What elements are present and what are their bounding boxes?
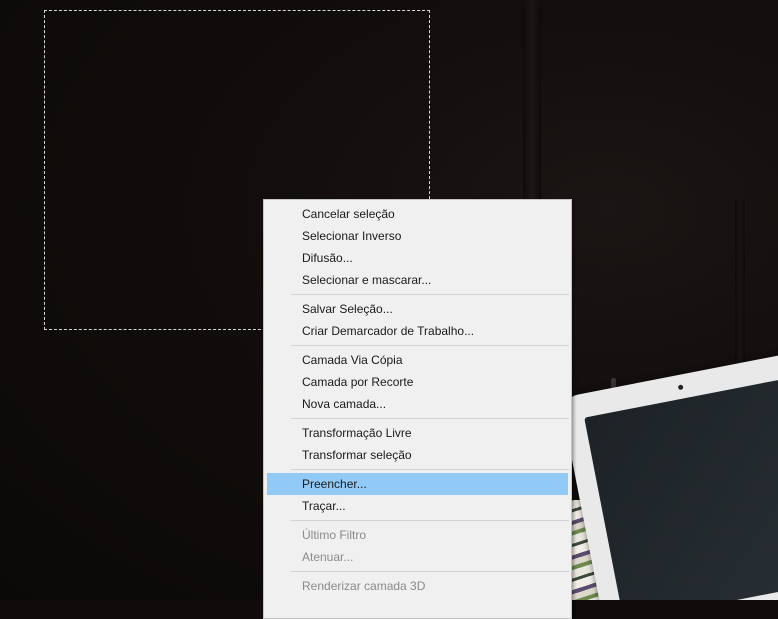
context-menu: Cancelar seleção Selecionar Inverso Difu… [263, 199, 572, 619]
menu-item-save-selection[interactable]: Salvar Seleção... [267, 298, 568, 320]
menu-item-free-transform[interactable]: Transformação Livre [267, 422, 568, 444]
menu-separator [291, 469, 569, 470]
menu-item-new-layer[interactable]: Nova camada... [267, 393, 568, 415]
menu-item-render-3d-layer: Renderizar camada 3D [302, 579, 426, 593]
menu-item-last-filter: Último Filtro [302, 528, 367, 542]
menu-item-stroke[interactable]: Traçar... [267, 495, 568, 517]
menu-item-fade: Atenuar... [302, 550, 354, 564]
tablet-device [560, 340, 778, 600]
menu-separator [291, 520, 569, 521]
background-cable [735, 200, 745, 380]
menu-item-select-and-mask[interactable]: Selecionar e mascarar... [267, 269, 568, 291]
menu-item-layer-via-copy[interactable]: Camada Via Cópia [267, 349, 568, 371]
tablet-camera [677, 384, 684, 391]
menu-separator [291, 418, 569, 419]
menu-item-make-work-path[interactable]: Criar Demarcador de Trabalho... [267, 320, 568, 342]
menu-item-layer-via-cut[interactable]: Camada por Recorte [267, 371, 568, 393]
menu-separator [291, 571, 569, 572]
tablet-screen [584, 367, 778, 600]
menu-item-transform-selection[interactable]: Transformar seleção [267, 444, 568, 466]
menu-separator [291, 294, 569, 295]
background-cable [523, 0, 541, 230]
menu-item-select-inverse[interactable]: Selecionar Inverso [267, 225, 568, 247]
menu-item-fill[interactable]: Preencher... [267, 473, 568, 495]
menu-item-cancel-selection[interactable]: Cancelar seleção [267, 203, 568, 225]
menu-item-feather[interactable]: Difusão... [267, 247, 568, 269]
menu-separator [291, 345, 569, 346]
